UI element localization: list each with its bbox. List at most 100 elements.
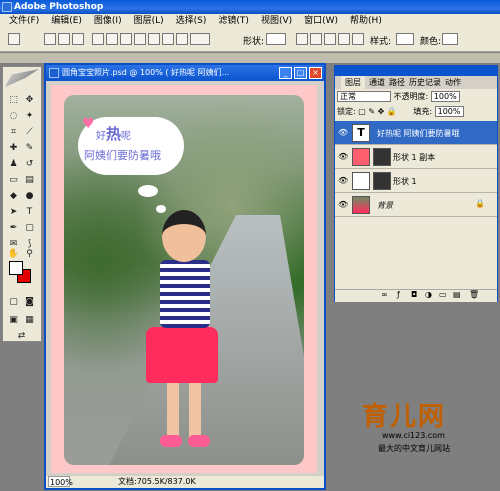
tab-channels[interactable]: 通道 bbox=[369, 76, 385, 89]
add-mask-icon[interactable]: ◘ bbox=[411, 290, 417, 299]
opacity-field[interactable]: 100% bbox=[430, 91, 460, 102]
baby-photo: ♥ 好热呢 阿姨们要防暑哦 bbox=[64, 95, 304, 465]
menu-file[interactable]: 文件(F) bbox=[3, 14, 45, 28]
lock-transparent-icon[interactable]: ▢ bbox=[358, 107, 366, 116]
photoshop-feather-logo bbox=[5, 69, 39, 87]
shape-layers-icon[interactable] bbox=[44, 33, 56, 45]
girl-leg-right bbox=[189, 380, 201, 440]
tab-actions[interactable]: 动作 bbox=[445, 76, 461, 89]
hand-tool-icon[interactable]: ✋ bbox=[7, 247, 20, 260]
shape-fill-thumb bbox=[352, 172, 370, 190]
blend-mode-select[interactable]: 正常 bbox=[337, 91, 391, 102]
line-icon[interactable] bbox=[176, 33, 188, 45]
slice-tool-icon[interactable]: ⟋ bbox=[23, 125, 36, 138]
subtract-shape-icon[interactable] bbox=[324, 33, 336, 45]
maximize-button[interactable]: □ bbox=[294, 67, 307, 79]
dodge-tool-icon[interactable]: ● bbox=[23, 189, 36, 202]
crop-tool-icon[interactable]: ⌗ bbox=[7, 125, 20, 138]
new-group-icon[interactable]: ▭ bbox=[439, 290, 447, 299]
menu-layer[interactable]: 图层(L) bbox=[128, 14, 170, 28]
jump-to-imageready-icon[interactable]: ⇄ bbox=[15, 329, 28, 342]
tab-layers[interactable]: 图层 bbox=[341, 76, 365, 89]
tab-paths[interactable]: 路径 bbox=[389, 76, 405, 89]
lock-all-icon[interactable]: 🔒 bbox=[387, 107, 397, 116]
eye-icon[interactable]: 👁 bbox=[338, 152, 348, 161]
lasso-tool-icon[interactable]: ◌ bbox=[7, 109, 20, 122]
eye-icon[interactable]: 👁 bbox=[338, 200, 348, 209]
path-select-icon[interactable]: ➤ bbox=[7, 205, 20, 218]
brush-tool-icon[interactable]: ✎ bbox=[23, 141, 36, 154]
eraser-tool-icon[interactable]: ▭ bbox=[7, 173, 20, 186]
layer-row-text[interactable]: 👁 T 好热呢 阿姨们要防暑哦 bbox=[335, 121, 497, 145]
move-tool-icon[interactable]: ✥ bbox=[23, 93, 36, 106]
shape-picker[interactable] bbox=[266, 33, 286, 45]
tab-history[interactable]: 历史记录 bbox=[409, 76, 441, 89]
layer-name: 好热呢 阿姨们要防暑哦 bbox=[377, 129, 460, 138]
layer-style-icon[interactable]: ƒ bbox=[397, 290, 400, 299]
eye-icon[interactable]: 👁 bbox=[338, 176, 348, 185]
new-layer-icon[interactable]: ▤ bbox=[453, 290, 461, 299]
layer-row-shape[interactable]: 👁 形状 1 bbox=[335, 169, 497, 193]
lock-image-icon[interactable]: ✎ bbox=[368, 107, 375, 116]
fill-pixels-icon[interactable] bbox=[72, 33, 84, 45]
style-picker[interactable] bbox=[396, 33, 414, 45]
zoom-tool-icon[interactable]: ⚲ bbox=[23, 247, 36, 260]
link-layers-icon[interactable]: ∞ bbox=[381, 290, 388, 299]
foreground-color-swatch[interactable] bbox=[9, 261, 23, 275]
history-brush-icon[interactable]: ↺ bbox=[23, 157, 36, 170]
gradient-tool-icon[interactable]: ▤ bbox=[23, 173, 36, 186]
menu-edit[interactable]: 编辑(E) bbox=[45, 14, 88, 28]
minimize-button[interactable]: _ bbox=[279, 67, 292, 79]
adjustment-layer-icon[interactable]: ◑ bbox=[425, 290, 432, 299]
tool-preset-icon[interactable] bbox=[8, 33, 20, 45]
paths-icon[interactable] bbox=[58, 33, 70, 45]
watermark-url: www.ci123.com bbox=[382, 431, 445, 440]
exclude-shape-icon[interactable] bbox=[352, 33, 364, 45]
standard-mode-icon[interactable]: ▢ bbox=[7, 295, 20, 308]
clone-stamp-icon[interactable]: ♟ bbox=[7, 157, 20, 170]
menu-help[interactable]: 帮助(H) bbox=[344, 14, 388, 28]
menu-view[interactable]: 视图(V) bbox=[255, 14, 298, 28]
close-button[interactable]: × bbox=[309, 67, 322, 79]
menu-window[interactable]: 窗口(W) bbox=[298, 14, 344, 28]
trash-icon[interactable]: 🗑 bbox=[469, 290, 479, 299]
girl-leg-left bbox=[167, 380, 179, 440]
document-title: 圆角宝宝照片.psd @ 100% ( 好热呢 阿姨们... bbox=[62, 68, 230, 77]
marquee-tool-icon[interactable]: ⬚ bbox=[7, 93, 20, 106]
lock-position-icon[interactable]: ✥ bbox=[378, 107, 385, 116]
create-new-shape-icon[interactable] bbox=[296, 33, 308, 45]
toolbox: ⬚ ✥ ◌ ✦ ⌗ ⟋ ✚ ✎ ♟ ↺ ▭ ▤ ◆ ● ➤ T ✒ ▢ ✉ ⟆ … bbox=[2, 66, 42, 342]
menu-image[interactable]: 图像(I) bbox=[88, 14, 128, 28]
layer-row-background[interactable]: 👁 背景 🔒 bbox=[335, 193, 497, 217]
healing-brush-icon[interactable]: ✚ bbox=[7, 141, 20, 154]
watermark-slogan: 最大的中文育儿网站 bbox=[378, 444, 450, 453]
intersect-shape-icon[interactable] bbox=[338, 33, 350, 45]
shape-tool-icon[interactable]: ▢ bbox=[23, 221, 36, 234]
magic-wand-tool-icon[interactable]: ✦ bbox=[23, 109, 36, 122]
freeform-pen-icon[interactable] bbox=[106, 33, 118, 45]
quick-mask-icon[interactable]: ◙ bbox=[23, 295, 36, 308]
custom-shape-icon[interactable] bbox=[190, 33, 210, 45]
workspace-bar bbox=[0, 53, 500, 63]
pen-icon[interactable] bbox=[92, 33, 104, 45]
bubble-text-line1: 好热呢 bbox=[96, 123, 131, 144]
zoom-field[interactable]: 100% bbox=[48, 476, 73, 487]
ellipse-icon[interactable] bbox=[148, 33, 160, 45]
eye-icon[interactable]: 👁 bbox=[338, 128, 348, 137]
full-screen-icon[interactable]: ▦ bbox=[23, 313, 36, 326]
add-shape-area-icon[interactable] bbox=[310, 33, 322, 45]
menu-filter[interactable]: 滤镜(T) bbox=[212, 14, 255, 28]
pen-tool-icon[interactable]: ✒ bbox=[7, 221, 20, 234]
document-canvas[interactable]: ♥ 好热呢 阿姨们要防暑哦 bbox=[51, 85, 317, 473]
document-icon bbox=[49, 68, 59, 78]
type-tool-icon[interactable]: T bbox=[23, 205, 36, 218]
polygon-icon[interactable] bbox=[162, 33, 174, 45]
blur-tool-icon[interactable]: ◆ bbox=[7, 189, 20, 202]
fill-field[interactable]: 100% bbox=[434, 106, 464, 117]
rectangle-shape-icon[interactable] bbox=[120, 33, 132, 45]
layer-row-shape-copy[interactable]: 👁 形状 1 副本 bbox=[335, 145, 497, 169]
menu-select[interactable]: 选择(S) bbox=[170, 14, 213, 28]
screen-mode-icon[interactable]: ▣ bbox=[7, 313, 20, 326]
rounded-rectangle-icon[interactable] bbox=[134, 33, 146, 45]
color-swatch[interactable] bbox=[442, 33, 458, 45]
